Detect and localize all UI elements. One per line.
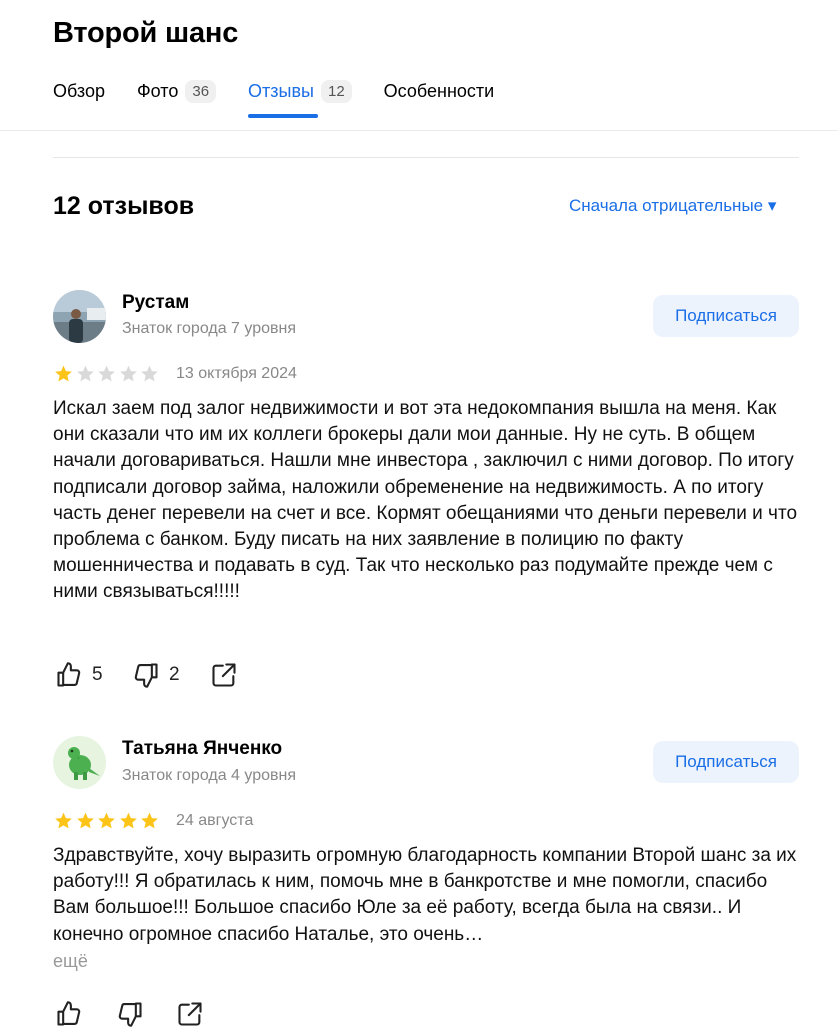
tab-overview-label: Обзор [53,80,105,101]
thumb-down-icon [118,1002,142,1027]
review-date: 13 октября 2024 [176,365,297,382]
review-author-level: Знаток города 7 уровня [122,320,297,337]
subscribe-button[interactable]: Подписаться [653,741,799,783]
review-text: Искал заем под залог недвижимости и вот … [53,398,798,603]
tab-bar: Обзор Фото 36 Отзывы 12 Особенности [53,78,526,118]
review-text: Здравствуйте, хочу выразить огромную бла… [53,845,797,945]
star-filled-icon [55,812,72,829]
star-empty-icon [76,365,94,382]
review-author[interactable]: Рустам [122,292,189,314]
star-filled-icon [141,812,158,829]
page-title: Второй шанс [53,17,239,49]
tab-photo-label: Фото [137,80,179,101]
tab-photo[interactable]: Фото 36 [137,78,217,104]
share-icon [212,663,236,687]
rating-stars [53,364,161,384]
star-empty-icon [141,365,158,382]
like-button[interactable]: 5 [55,661,103,689]
reviews-count-badge: 12 [320,79,352,103]
star-filled-icon [76,812,94,829]
review-author-level: Знаток города 4 уровня [122,767,297,784]
review-date: 24 августа [176,812,254,829]
user-photo-icon [53,290,106,343]
sort-dropdown[interactable]: Сначала отрицательные ▾ [569,196,776,216]
photo-count-badge: 36 [185,79,217,103]
subscribe-button[interactable]: Подписаться [653,295,799,337]
thumb-down-icon [134,663,158,688]
tab-features-label: Особенности [383,80,495,101]
like-count: 5 [92,664,103,685]
dinosaur-avatar-icon [68,747,100,780]
tab-reviews[interactable]: Отзывы 12 [248,78,352,118]
avatar[interactable] [53,736,106,789]
thumb-up-icon [57,1001,81,1026]
dislike-button[interactable] [116,1000,144,1028]
dislike-count: 2 [169,664,180,685]
tab-features[interactable]: Особенности [384,78,495,104]
star-filled-icon [55,365,72,382]
rating-stars [53,811,161,831]
share-button[interactable] [176,1000,204,1028]
star-filled-icon [119,812,137,829]
header-divider [0,130,838,131]
avatar[interactable] [53,290,106,343]
star-empty-icon [98,365,115,382]
tab-reviews-label: Отзывы [248,80,314,101]
thumb-up-icon [57,662,81,687]
section-divider [53,157,799,158]
like-button[interactable] [55,1000,83,1028]
show-more-link[interactable]: ещё [53,951,88,972]
reviews-count-heading: 12 отзывов [53,192,195,220]
share-icon [178,1002,202,1026]
share-button[interactable] [210,661,238,689]
tab-overview[interactable]: Обзор [53,78,105,104]
star-empty-icon [119,365,137,382]
review-author[interactable]: Татьяна Янченко [122,738,282,760]
dislike-button[interactable]: 2 [132,661,180,689]
star-filled-icon [98,812,115,829]
